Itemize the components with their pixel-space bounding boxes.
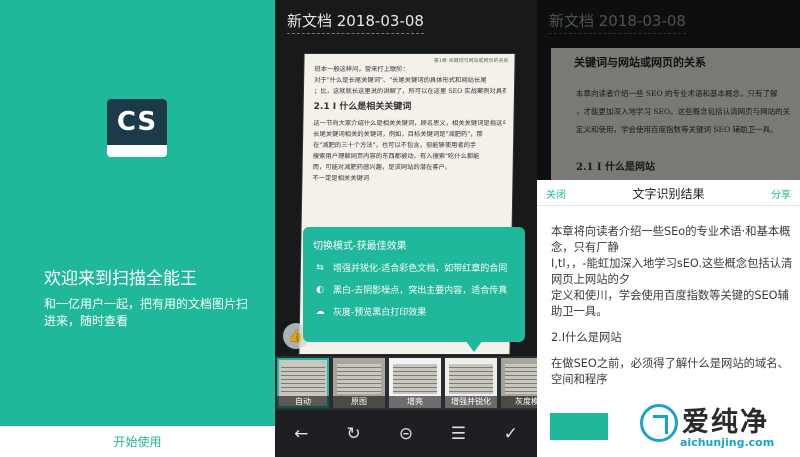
- page-line: 这一节向大家介绍什么是相关关键词，顾名思义，相关关键词是指这与目标关键: [313, 120, 506, 127]
- watermark: 爱纯净 aichunjing.com: [640, 398, 800, 457]
- page-line: ；比，这就就长这里说的讲解了，所可以在这里 SEO 实战案例对具有较说去。: [313, 88, 507, 95]
- popup-arrow: [465, 340, 483, 352]
- watermark-url: aichunjing.com: [680, 436, 775, 449]
- zoom-ocr-icon[interactable]: ⊝: [391, 424, 421, 444]
- document-title[interactable]: 新文档 2018-03-08: [287, 10, 424, 34]
- filter-original[interactable]: 原图: [333, 358, 385, 408]
- close-button[interactable]: 关闭: [546, 186, 566, 201]
- logo-text: CS: [107, 99, 167, 145]
- welcome-screen: CS 欢迎来到扫描全能王 和一亿用户一起，把有用的文档图片扫进来，随时查看 开始…: [0, 0, 275, 457]
- watermark-logo-icon: [640, 404, 678, 442]
- popup-item-enhance: ⇆ 增强并锐化-适合彩色文档，如带红章的合同: [313, 261, 507, 275]
- page-header-text: 第1章 关键词与网站或网页的关系: [433, 58, 509, 64]
- page-line: 不一定是相关关键词: [312, 175, 370, 182]
- contrast-icon: ◐: [316, 284, 324, 295]
- watermark-brand: 爱纯净: [682, 407, 769, 438]
- filter-strip: 自动 原图 增亮 增强并锐化 灰度模: [275, 356, 537, 410]
- page-line: 对于"什么是长尾关键词"、"长尾关键词的具体形式和网站长尾: [314, 77, 487, 84]
- page-body: 班本一般这样问，营来打上联阶： 对于"什么是长尾关键词"、"长尾关键词的具体形式…: [312, 64, 506, 184]
- welcome-title: 欢迎来到扫描全能王: [44, 269, 197, 289]
- filter-grayscale[interactable]: 灰度模: [501, 358, 537, 408]
- filter-auto[interactable]: 自动: [277, 358, 329, 408]
- ocr-paragraph: 本章将向读者介绍一些SEo的专业术语·和基本概念，只有厂静 I,tl，，-能虹加…: [551, 225, 793, 318]
- popup-item-bw: ◐ 黑白-去阴影噪点，突出主要内容，适合传真: [313, 283, 507, 297]
- page-line: 长尾关键词相关的关键词，例如，目标关键词是"减肥药"，那: [313, 131, 483, 138]
- filter-enhance-sharpen[interactable]: 增强并锐化: [445, 358, 497, 408]
- sheet-header: 文字识别结果 关闭 分享: [537, 180, 800, 206]
- page-line: 班本一般这样问，营来打上联阶：: [314, 66, 409, 73]
- action-button[interactable]: [550, 413, 608, 440]
- popup-item-gray: ☁ 灰度-预览黑白打印效果: [313, 305, 427, 319]
- rotate-icon[interactable]: ↻: [339, 424, 369, 444]
- popup-heading: 切换模式-获最佳效果: [313, 241, 407, 252]
- share-button[interactable]: 分享: [771, 186, 791, 201]
- ocr-paragraph: 2.I什么是网站: [551, 331, 622, 344]
- camscanner-logo: CS: [107, 99, 167, 157]
- filter-brighten[interactable]: 增亮: [389, 358, 441, 408]
- page-heading: 2.1 I 什么是相关关键词: [313, 102, 412, 112]
- page-line: 在"减肥的三十个方法"，也可以不包含，但能够使用者的手: [312, 142, 477, 149]
- start-button[interactable]: 开始使用: [0, 426, 275, 457]
- enhance-icon: ⇆: [316, 262, 324, 273]
- back-arrow-icon[interactable]: ←: [286, 424, 316, 444]
- page-line: 搜索用户理解网页内容的东西都被动。有入搜索"吃什么都能: [312, 153, 480, 160]
- cloud-icon: ☁: [315, 306, 325, 317]
- adjust-sliders-icon[interactable]: ☰: [443, 424, 473, 444]
- ocr-paragraph: 在做SEO之前，必须得了解什么是网站的域名、空间和程序: [551, 357, 789, 386]
- page-line: 而，可能对减肥药感兴趣，是该网站的潜在客户。: [312, 164, 452, 171]
- ocr-result-text[interactable]: 本章将向读者介绍一些SEo的专业术语·和基本概念，只有厂静 I,tl，，-能虹加…: [551, 224, 797, 398]
- ocr-result-screen: 新文档 2018-03-08 关键词与网站或网页的关系 本章向读者介绍一些 SE…: [537, 0, 800, 457]
- dim-overlay: [537, 0, 800, 180]
- welcome-description: 和一亿用户一起，把有用的文档图片扫进来，随时查看: [44, 297, 249, 328]
- sheet-title: 文字识别结果: [632, 187, 705, 201]
- confirm-check-icon[interactable]: ✓: [496, 424, 526, 444]
- app-screenshot-collage: CS 欢迎来到扫描全能王 和一亿用户一起，把有用的文档图片扫进来，随时查看 开始…: [0, 0, 800, 457]
- scanner-screen: 新文档 2018-03-08 第1章 关键词与网站或网页的关系 班本一般这样问，…: [275, 0, 537, 457]
- mode-tip-popup[interactable]: 切换模式-获最佳效果 ⇆ 增强并锐化-适合彩色文档，如带红章的合同 ◐ 黑白-去…: [303, 227, 525, 342]
- bottom-toolbar: ← ↻ ⊝ ☰ ✓: [275, 410, 537, 457]
